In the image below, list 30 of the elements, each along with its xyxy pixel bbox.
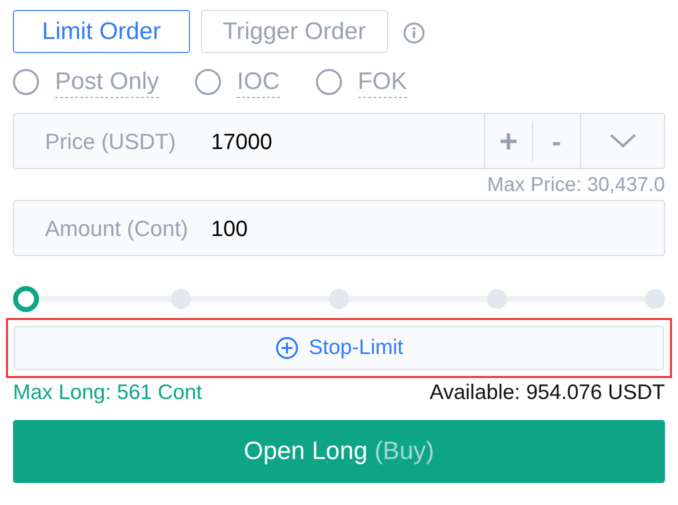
price-field[interactable]: Price (USDT) 17000 + - — [13, 113, 665, 169]
available-balance-text: Available: 954.076 USDT — [430, 380, 665, 406]
slider-thumb[interactable] — [13, 286, 39, 312]
open-long-button[interactable]: Open Long (Buy) — [13, 420, 665, 483]
info-icon[interactable] — [402, 22, 425, 44]
radio-button[interactable] — [13, 69, 39, 95]
max-price-text: Max Price: 30,437.0 — [487, 173, 665, 197]
field-label: Amount (Cont) — [44, 214, 190, 242]
field-value: 17000 — [211, 128, 274, 156]
stop-limit-button[interactable]: Stop-Limit — [14, 326, 664, 370]
field-value: 100 — [211, 214, 248, 242]
amount-field[interactable]: Amount (Cont) 100 — [13, 200, 665, 256]
option-label[interactable]: Post Only — [55, 66, 160, 98]
option-label[interactable]: FOK — [358, 66, 408, 98]
slider-step[interactable] — [171, 289, 191, 309]
radio-button[interactable] — [316, 69, 342, 95]
radio-button[interactable] — [195, 69, 222, 95]
slider-step[interactable] — [329, 289, 349, 309]
order-type-tab[interactable]: Trigger Order — [200, 10, 388, 53]
order-type-tab[interactable]: Limit Order — [13, 10, 190, 53]
plus-circle-icon — [274, 336, 299, 360]
increment-button[interactable]: + — [484, 114, 532, 168]
field-label: Price (USDT) — [44, 128, 177, 156]
chevron-down-icon — [608, 133, 636, 149]
slider-step[interactable] — [487, 289, 507, 309]
slider-step[interactable] — [645, 289, 665, 309]
decrement-button[interactable]: - — [532, 121, 580, 161]
option-label[interactable]: IOC — [237, 66, 280, 98]
max-long-text: Max Long: 561 Cont — [13, 380, 202, 406]
slider-track[interactable] — [13, 286, 665, 312]
